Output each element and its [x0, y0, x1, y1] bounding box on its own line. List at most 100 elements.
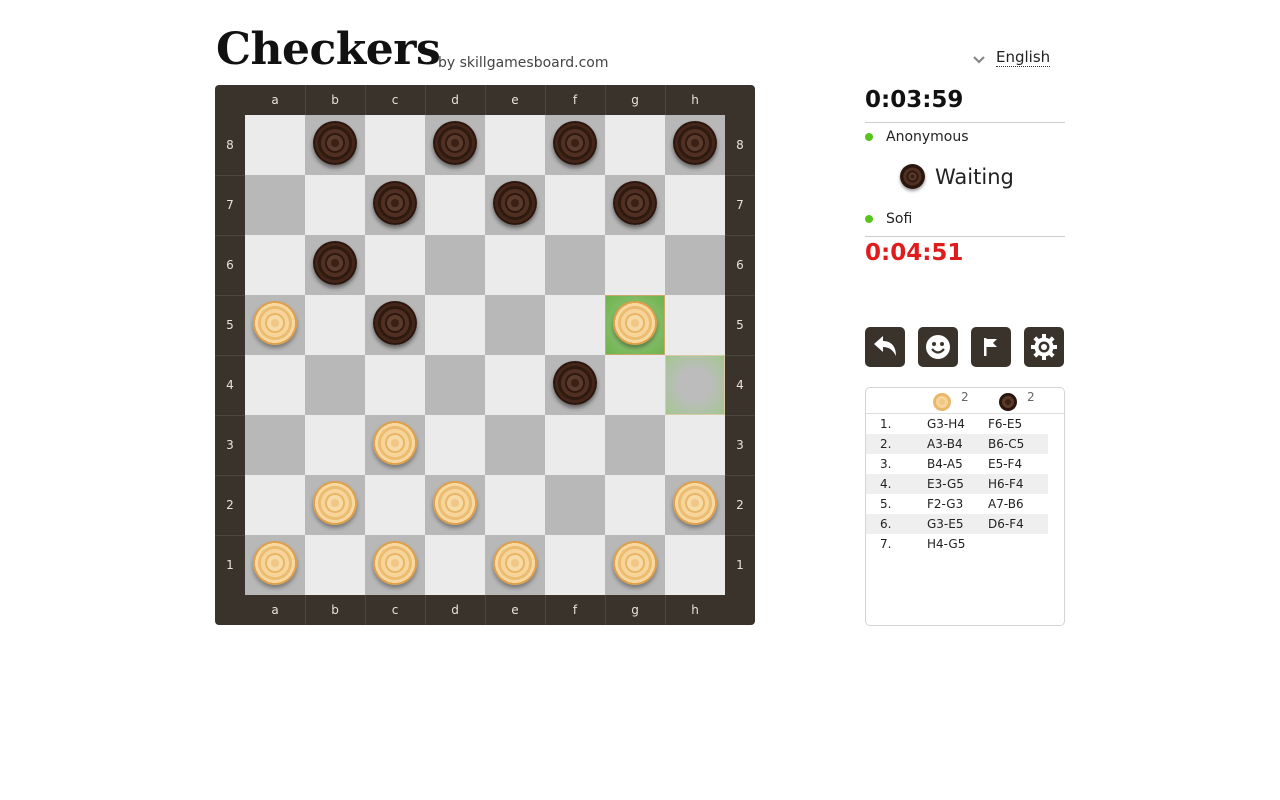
square-f5[interactable]	[545, 295, 605, 355]
square-g4[interactable]	[605, 355, 665, 415]
square-f1[interactable]	[545, 535, 605, 595]
move-row[interactable]: 2. A3-B4 B6-C5	[866, 434, 1048, 454]
light-checker-piece[interactable]	[613, 541, 657, 585]
square-e2[interactable]	[485, 475, 545, 535]
light-checker-piece[interactable]	[313, 481, 357, 525]
square-g3[interactable]	[605, 415, 665, 475]
square-b1[interactable]	[305, 535, 365, 595]
square-f2[interactable]	[545, 475, 605, 535]
square-e7[interactable]	[485, 175, 545, 235]
square-a6[interactable]	[245, 235, 305, 295]
square-c8[interactable]	[365, 115, 425, 175]
square-h6[interactable]	[665, 235, 725, 295]
square-e1[interactable]	[485, 535, 545, 595]
square-b3[interactable]	[305, 415, 365, 475]
move-row[interactable]: 7. H4-G5	[866, 534, 1048, 554]
resign-button[interactable]	[971, 327, 1011, 367]
square-e4[interactable]	[485, 355, 545, 415]
dark-checker-piece[interactable]	[613, 181, 657, 225]
square-c7[interactable]	[365, 175, 425, 235]
dark-checker-piece[interactable]	[373, 301, 417, 345]
move-row[interactable]: 1. G3-H4 F6-E5	[866, 414, 1048, 434]
square-c4[interactable]	[365, 355, 425, 415]
square-a1[interactable]	[245, 535, 305, 595]
square-g2[interactable]	[605, 475, 665, 535]
square-f4[interactable]	[545, 355, 605, 415]
square-c2[interactable]	[365, 475, 425, 535]
dark-checker-piece[interactable]	[313, 121, 357, 165]
dark-checker-piece[interactable]	[493, 181, 537, 225]
square-g6[interactable]	[605, 235, 665, 295]
square-d1[interactable]	[425, 535, 485, 595]
square-d2[interactable]	[425, 475, 485, 535]
undo-button[interactable]	[865, 327, 905, 367]
emoji-button[interactable]	[918, 327, 958, 367]
square-g5[interactable]	[605, 295, 665, 355]
square-h4[interactable]	[665, 355, 725, 415]
square-a3[interactable]	[245, 415, 305, 475]
settings-button[interactable]	[1024, 327, 1064, 367]
rank-label-2: 2	[736, 498, 744, 512]
dark-checker-piece[interactable]	[433, 121, 477, 165]
square-b8[interactable]	[305, 115, 365, 175]
light-checker-piece[interactable]	[673, 481, 717, 525]
square-c3[interactable]	[365, 415, 425, 475]
square-f3[interactable]	[545, 415, 605, 475]
square-c6[interactable]	[365, 235, 425, 295]
square-d3[interactable]	[425, 415, 485, 475]
square-a5[interactable]	[245, 295, 305, 355]
light-checker-piece[interactable]	[253, 541, 297, 585]
square-e8[interactable]	[485, 115, 545, 175]
square-a4[interactable]	[245, 355, 305, 415]
square-d7[interactable]	[425, 175, 485, 235]
square-e6[interactable]	[485, 235, 545, 295]
square-b5[interactable]	[305, 295, 365, 355]
square-d6[interactable]	[425, 235, 485, 295]
square-g1[interactable]	[605, 535, 665, 595]
square-h2[interactable]	[665, 475, 725, 535]
language-label[interactable]: English	[996, 48, 1051, 67]
square-d8[interactable]	[425, 115, 485, 175]
square-b2[interactable]	[305, 475, 365, 535]
square-h5[interactable]	[665, 295, 725, 355]
square-d5[interactable]	[425, 295, 485, 355]
square-d4[interactable]	[425, 355, 485, 415]
square-h3[interactable]	[665, 415, 725, 475]
square-h8[interactable]	[665, 115, 725, 175]
light-checker-piece[interactable]	[253, 301, 297, 345]
light-checker-piece[interactable]	[373, 421, 417, 465]
dark-checker-piece[interactable]	[553, 361, 597, 405]
square-h7[interactable]	[665, 175, 725, 235]
light-checker-piece[interactable]	[493, 541, 537, 585]
square-g8[interactable]	[605, 115, 665, 175]
move-row[interactable]: 4. E3-G5 H6-F4	[866, 474, 1048, 494]
square-g7[interactable]	[605, 175, 665, 235]
square-a7[interactable]	[245, 175, 305, 235]
move-history-panel[interactable]: 2 2 1. G3-H4 F6-E5 2. A3-B4 B6-C5 3. B4-A5 E5-F4…	[865, 387, 1065, 626]
square-f6[interactable]	[545, 235, 605, 295]
square-b7[interactable]	[305, 175, 365, 235]
light-checker-piece[interactable]	[373, 541, 417, 585]
square-f8[interactable]	[545, 115, 605, 175]
dark-checker-piece[interactable]	[673, 121, 717, 165]
square-b6[interactable]	[305, 235, 365, 295]
dark-checker-piece[interactable]	[553, 121, 597, 165]
square-e5[interactable]	[485, 295, 545, 355]
square-c5[interactable]	[365, 295, 425, 355]
language-selector[interactable]: English	[972, 48, 1051, 67]
square-f7[interactable]	[545, 175, 605, 235]
dark-checker-piece[interactable]	[313, 241, 357, 285]
square-a8[interactable]	[245, 115, 305, 175]
square-b4[interactable]	[305, 355, 365, 415]
byline[interactable]: by skillgamesboard.com	[438, 55, 608, 71]
square-c1[interactable]	[365, 535, 425, 595]
square-e3[interactable]	[485, 415, 545, 475]
move-row[interactable]: 3. B4-A5 E5-F4	[866, 454, 1048, 474]
light-checker-piece[interactable]	[613, 301, 657, 345]
square-h1[interactable]	[665, 535, 725, 595]
dark-checker-piece[interactable]	[373, 181, 417, 225]
light-checker-piece[interactable]	[433, 481, 477, 525]
square-a2[interactable]	[245, 475, 305, 535]
move-row[interactable]: 6. G3-E5 D6-F4	[866, 514, 1048, 534]
move-row[interactable]: 5. F2-G3 A7-B6	[866, 494, 1048, 514]
